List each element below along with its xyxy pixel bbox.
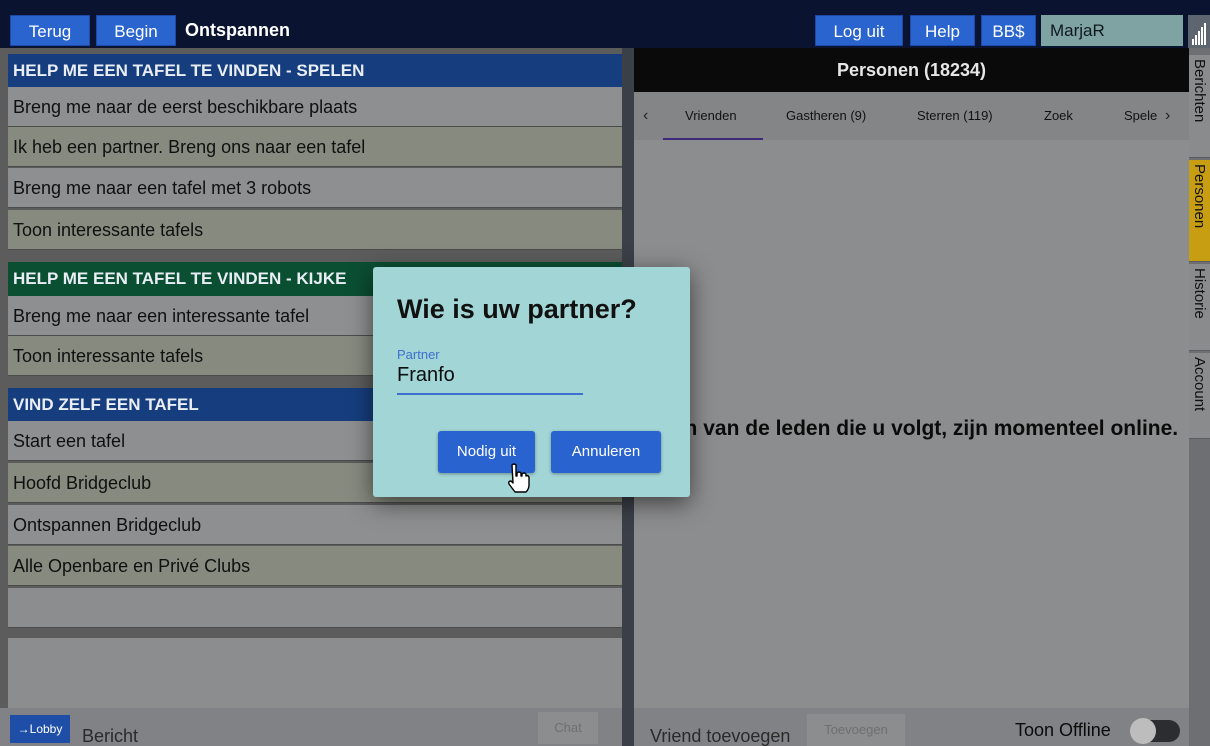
- app-window: Terug Begin Ontspannen Log uit Help BB$ …: [0, 0, 1210, 746]
- empty-friends-message: Geen van de leden die u volgt, zijn mome…: [644, 417, 1179, 440]
- dialog-title: Wie is uw partner?: [397, 294, 637, 324]
- help-button[interactable]: Help: [910, 15, 975, 46]
- home-button[interactable]: Begin: [96, 15, 176, 46]
- persons-tabs: ‹ Vrienden Gastheren (9) Sterren (119) Z…: [634, 92, 1189, 140]
- show-offline-toggle[interactable]: [1130, 718, 1180, 744]
- side-tab-account-label: Account: [1191, 357, 1208, 412]
- side-tab-account[interactable]: Account: [1189, 353, 1210, 439]
- hand-cursor-icon: [508, 463, 530, 493]
- side-tab-messages-label: Berichten: [1191, 59, 1208, 123]
- tabs-next-icon[interactable]: ›: [1165, 92, 1170, 140]
- bbs-button[interactable]: BB$: [981, 15, 1036, 46]
- add-friend-input[interactable]: Vriend toevoegen: [650, 722, 790, 746]
- partner-input[interactable]: Franfo: [397, 363, 583, 395]
- menu-item-all-clubs[interactable]: Alle Openbare en Privé Clubs: [8, 546, 622, 586]
- play-section-heading: HELP ME EEN TAFEL TE VINDEN - SPELEN: [8, 54, 622, 88]
- tabs-prev-icon[interactable]: ‹: [643, 92, 648, 140]
- username-field[interactable]: MarjaR: [1041, 15, 1183, 46]
- menu-item-empty: [8, 588, 622, 628]
- partner-dialog: Wie is uw partner? Partner Franfo Nodig …: [373, 267, 690, 497]
- menu-item-interesting-tables[interactable]: Toon interessante tafels: [8, 210, 622, 250]
- side-tab-messages[interactable]: Berichten: [1189, 55, 1210, 158]
- page-title: Ontspannen: [185, 20, 291, 40]
- show-offline-label: Toon Offline: [1015, 720, 1111, 740]
- menu-item-with-partner[interactable]: Ik heb een partner. Breng ons naar een t…: [8, 127, 622, 167]
- side-tab-persons[interactable]: Personen: [1189, 160, 1210, 262]
- persons-header: Personen (18234): [634, 48, 1189, 92]
- tab-friends[interactable]: Vrienden: [685, 92, 737, 140]
- tab-search[interactable]: Zoek: [1044, 92, 1073, 140]
- menu-item-first-available[interactable]: Breng me naar de eerst beschikbare plaat…: [8, 87, 622, 127]
- partner-field-label: Partner: [397, 347, 440, 362]
- menu-item-three-robots[interactable]: Breng me naar een tafel met 3 robots: [8, 168, 622, 208]
- add-friend-button[interactable]: Toevoegen: [807, 714, 905, 746]
- cancel-button[interactable]: Annuleren: [551, 431, 661, 473]
- logout-button[interactable]: Log uit: [815, 15, 903, 46]
- lobby-button[interactable]: →Lobby: [10, 715, 70, 743]
- tab-hosts[interactable]: Gastheren (9): [786, 92, 866, 140]
- tab-stars[interactable]: Sterren (119): [917, 92, 993, 140]
- signal-strength-icon: [1188, 15, 1210, 48]
- message-input[interactable]: Bericht: [74, 718, 534, 746]
- chat-log: [8, 638, 622, 708]
- menu-item-relax-club[interactable]: Ontspannen Bridgeclub: [8, 505, 622, 545]
- side-tab-persons-label: Personen: [1191, 164, 1208, 229]
- toggle-knob: [1130, 718, 1156, 744]
- tab-players[interactable]: Spele: [1124, 92, 1157, 140]
- side-tab-history-label: Historie: [1191, 268, 1208, 319]
- back-button[interactable]: Terug: [10, 15, 90, 46]
- top-bar: Terug Begin Ontspannen Log uit Help BB$ …: [0, 0, 1210, 48]
- chat-send-button[interactable]: Chat: [538, 712, 598, 744]
- friends-list: Geen van de leden die u volgt, zijn mome…: [634, 140, 1189, 708]
- side-tab-history[interactable]: Historie: [1189, 264, 1210, 351]
